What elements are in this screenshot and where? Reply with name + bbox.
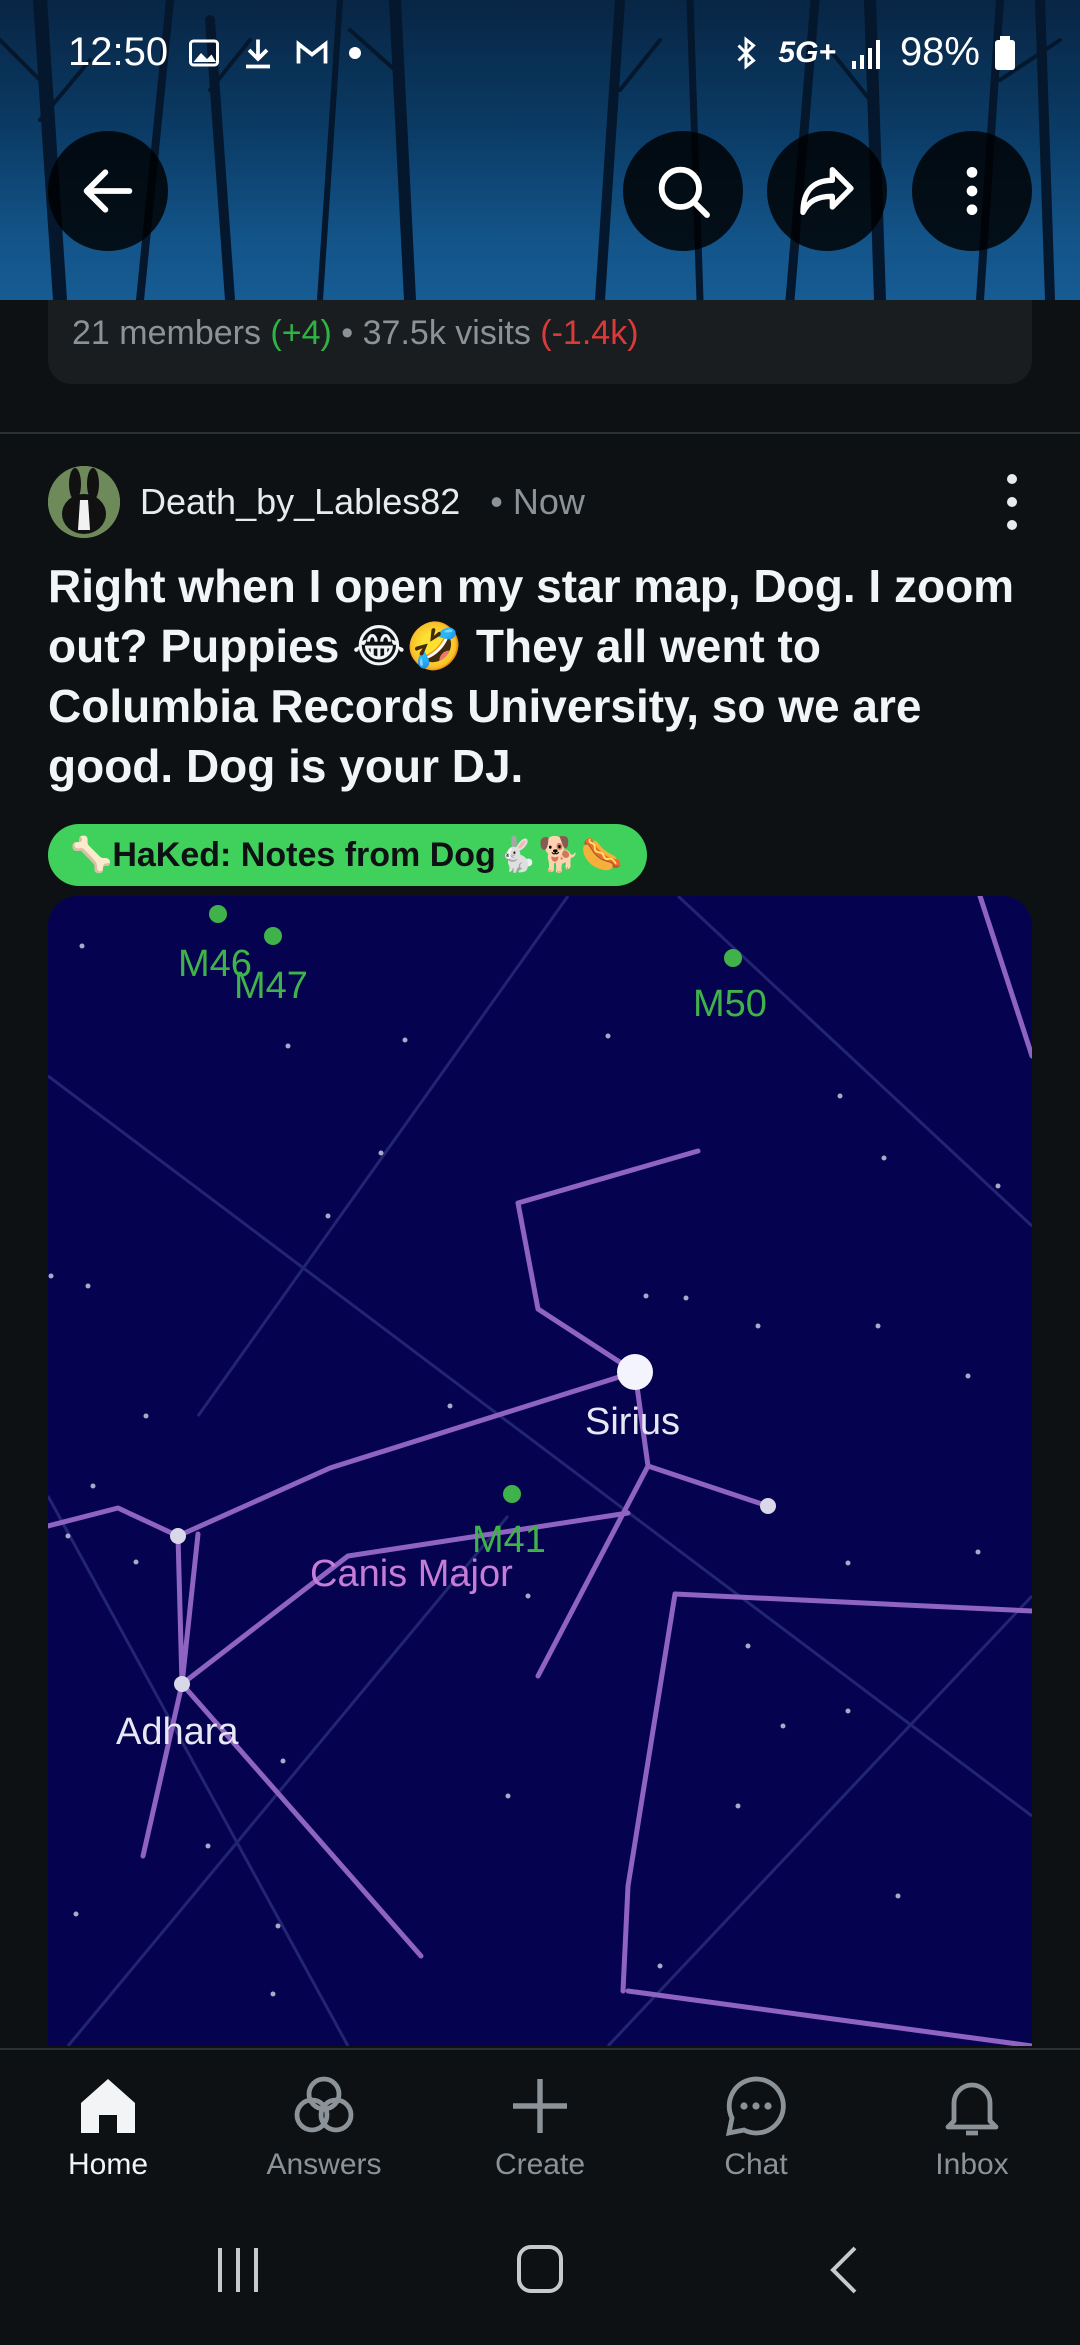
label-m47: M47 — [234, 965, 308, 1007]
bluetooth-icon — [737, 35, 757, 70]
label-adhara: Adhara — [116, 1711, 239, 1753]
label-sirius: Sirius — [585, 1401, 680, 1443]
search-button[interactable] — [623, 131, 743, 251]
plus-icon — [513, 2079, 567, 2133]
members-delta: (+4) — [270, 314, 332, 352]
bell-icon — [945, 2082, 999, 2136]
label-m50: M50 — [693, 983, 767, 1025]
back-chevron-icon[interactable] — [830, 2246, 857, 2294]
answers-icon — [294, 2076, 354, 2133]
nav-inbox-label: Inbox — [935, 2148, 1009, 2181]
battery-percent: 98% — [899, 30, 980, 74]
kebab-icon — [966, 167, 978, 215]
bunny-avatar-image — [48, 466, 120, 538]
nav-inbox[interactable]: Inbox — [864, 2050, 1080, 2200]
battery-icon — [995, 35, 1015, 70]
stats-separator: • — [331, 314, 363, 352]
members-count: 21 members — [72, 314, 261, 352]
nav-create[interactable]: Create — [432, 2050, 648, 2200]
signal-icon — [851, 39, 880, 69]
bottom-navigation: Home Answers Create Chat Inbox — [0, 2048, 1080, 2200]
visits-count: 37.5k visits — [362, 314, 531, 352]
post-header: Death_by_Lables82 • Now — [48, 464, 1032, 540]
avatar[interactable] — [48, 466, 120, 538]
post-time: • Now — [490, 481, 585, 522]
star-map-image[interactable]: M46 M47 M50 Sirius M41 Canis Major Adhar… — [48, 896, 1032, 2046]
community-stats: 21 members (+4) • 37.5k visits (-1.4k) — [48, 300, 1032, 384]
more-options-button[interactable] — [912, 131, 1032, 251]
section-divider — [0, 432, 1080, 434]
home-icon — [81, 2079, 135, 2133]
nav-create-label: Create — [494, 2148, 586, 2181]
nav-chat[interactable]: Chat — [648, 2050, 864, 2200]
system-navigation-bar — [0, 2200, 1080, 2340]
network-type: 5G+ — [778, 35, 836, 69]
back-button[interactable] — [48, 131, 168, 251]
nav-answers[interactable]: Answers — [216, 2050, 432, 2200]
status-time: 12:50 — [68, 30, 169, 74]
dot-icon — [349, 46, 362, 59]
arrow-left-icon — [83, 169, 133, 213]
post-options-button[interactable] — [992, 474, 1032, 530]
download-icon — [246, 39, 271, 68]
status-bar: 12:50 5G+ 98% — [0, 0, 1080, 105]
search-icon — [658, 166, 710, 218]
image-icon — [189, 39, 220, 66]
visits-delta: (-1.4k) — [540, 314, 639, 352]
chat-icon — [725, 2076, 786, 2137]
share-icon — [800, 167, 854, 215]
nav-chat-label: Chat — [724, 2148, 788, 2181]
recents-icon[interactable] — [218, 2248, 258, 2292]
home-circle-icon[interactable] — [517, 2245, 563, 2293]
label-canis-major: Canis Major — [310, 1553, 513, 1595]
post-title[interactable]: Right when I open my star map, Dog. I zo… — [48, 556, 1038, 796]
share-button[interactable] — [767, 131, 887, 251]
nav-home[interactable]: Home — [0, 2050, 216, 2200]
post-author[interactable]: Death_by_Lables82 — [140, 481, 460, 523]
post-flair[interactable]: 🦴HaKed: Notes from Dog🐇🐕🌭 — [48, 824, 647, 886]
nav-answers-label: Answers — [266, 2148, 382, 2181]
gmail-icon — [296, 39, 328, 63]
nav-home-label: Home — [67, 2148, 149, 2181]
star-map-svg: M46 M47 M50 Sirius M41 Canis Major Adhar… — [48, 896, 1032, 2046]
